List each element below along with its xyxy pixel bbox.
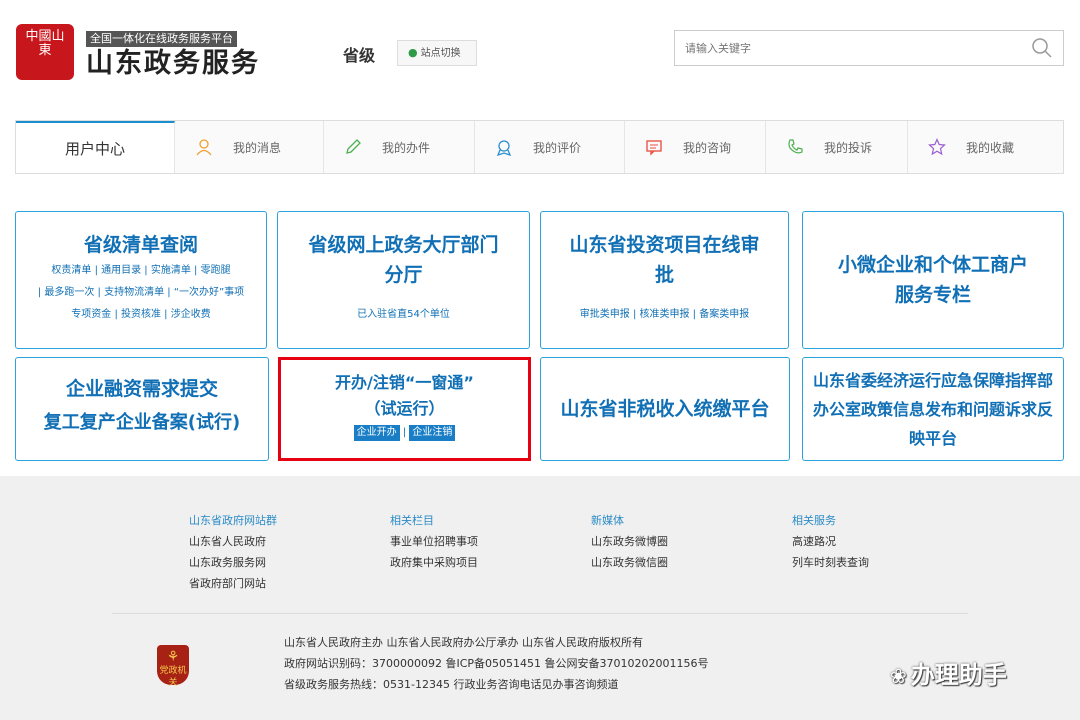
card-links[interactable]: | 最多跑一次 | 支持物流清单 | “一次办好”事项: [16, 282, 266, 304]
emblem-glyph: ⚘: [166, 649, 180, 665]
tab-label: 用户中心: [64, 139, 125, 158]
footer-column-sites: 山东省政府网站群 山东省人民政府 山东政务服务网 省政府部门网站: [189, 510, 277, 594]
footer-column-media: 新媒体 山东政务微博圈 山东政务微信圈: [591, 510, 668, 573]
footer-link[interactable]: 列车时刻表查询: [792, 552, 869, 573]
footer-column-heading: 相关栏目: [390, 514, 434, 527]
footer-column-heading: 相关服务: [792, 514, 836, 527]
card-non-tax-payment[interactable]: 山东省非税收入统缴平台: [540, 357, 790, 461]
copyright-line: 政府网站识别码：3700000092 鲁ICP备05051451 鲁公网安备37…: [284, 657, 709, 670]
tab-user-center[interactable]: 用户中心: [16, 121, 175, 173]
search-box: [674, 30, 1064, 66]
site-logo[interactable]: 中國山東: [16, 24, 74, 80]
site-level: 省级: [343, 46, 376, 65]
watermark: ❀ 办理助手: [890, 655, 1007, 690]
tab-my-messages[interactable]: 我的消息: [175, 121, 324, 173]
card-subtitle: 已入驻省直54个单位: [357, 309, 450, 320]
site-title[interactable]: 山东政务服务: [86, 48, 260, 80]
card-emergency-platform[interactable]: 山东省委经济运行应急保障指挥部 办公室政策信息发布和问题诉求反 映平台: [802, 357, 1064, 461]
search-input[interactable]: [675, 31, 1005, 65]
footer-link[interactable]: 政府集中采购项目: [390, 552, 478, 573]
copyright-line: 省级政务服务热线：0531-12345 行政业务咨询电话见办事咨询频道: [284, 678, 619, 691]
card-financing[interactable]: 企业融资需求提交 复工复产企业备案(试行): [15, 357, 269, 461]
footer-column-services: 相关服务 高速路况 列车时刻表查询: [792, 510, 869, 573]
footer-divider: [112, 613, 968, 614]
chat-icon: [625, 138, 683, 156]
card-title: 山东省投资项目在线审: [569, 234, 760, 256]
phone-icon: [766, 138, 824, 156]
copyright-line: 山东省人民政府主办 山东省人民政府办公厅承办 山东省人民政府版权所有: [284, 636, 643, 649]
card-subtitle[interactable]: 审批类申报 | 核准类申报 | 备案类申报: [541, 304, 788, 326]
card-online-hall[interactable]: 省级网上政务大厅部门 分厅 已入驻省直54个单位: [277, 211, 530, 349]
tab-label: 我的咨询: [683, 140, 732, 155]
footer-link[interactable]: 山东政务微信圈: [591, 552, 668, 573]
logo-text: 中國山東: [25, 29, 65, 58]
watermark-text: 办理助手: [910, 661, 1007, 689]
footer-column-related: 相关栏目 事业单位招聘事项 政府集中采购项目: [390, 510, 478, 573]
tab-label: 我的收藏: [966, 140, 1015, 155]
footer-link[interactable]: 山东省人民政府: [189, 531, 277, 552]
footer-link[interactable]: 山东政务微博圈: [591, 531, 668, 552]
tab-my-consults[interactable]: 我的咨询: [625, 121, 766, 173]
gov-emblem-icon[interactable]: ⚘ 党政机关: [157, 645, 189, 688]
card-links[interactable]: 专项资金 | 投资核准 | 涉企收费: [16, 304, 266, 326]
footer-link[interactable]: 山东政务服务网: [189, 552, 277, 573]
card-investment-approval[interactable]: 山东省投资项目在线审 批 审批类申报 | 核准类申报 | 备案类申报: [540, 211, 789, 349]
footer-column-heading: 新媒体: [591, 514, 624, 527]
tab-my-cases[interactable]: 我的办件: [324, 121, 475, 173]
card-title: 办公室政策信息发布和问题诉求反: [812, 400, 1053, 419]
header: 中國山東 全国一体化在线政务服务平台 山东政务服务 省级 ● 站点切换: [0, 0, 1080, 100]
footer-link[interactable]: 省政府部门网站: [189, 573, 277, 594]
tab-label: 我的办件: [382, 140, 431, 155]
tab-label: 我的投诉: [824, 140, 873, 155]
pencil-icon: [324, 138, 382, 156]
user-icon: [175, 138, 233, 156]
user-tabs: 用户中心 我的消息 我的办件 我的评价 我的咨询 我的投诉 我的收藏: [15, 120, 1064, 174]
card-title: 复工复产企业备案(试行): [43, 412, 241, 433]
footer-column-heading: 山东省政府网站群: [189, 514, 277, 527]
star-icon: [908, 138, 966, 156]
card-title: 省级清单查阅: [83, 234, 198, 256]
footer-link[interactable]: 事业单位招聘事项: [390, 531, 478, 552]
card-title: 分厅: [384, 264, 423, 286]
card-title: 小微企业和个体工商户: [837, 254, 1028, 276]
platform-slogan: 全国一体化在线政务服务平台: [86, 31, 237, 47]
search-icon[interactable]: [1031, 37, 1053, 63]
copyright-info: 山东省人民政府主办 山东省人民政府办公厅承办 山东省人民政府版权所有 政府网站识…: [284, 632, 709, 695]
card-title: 企业融资需求提交: [65, 378, 218, 400]
wechat-icon: ❀: [890, 664, 907, 688]
tab-my-favorites[interactable]: 我的收藏: [908, 121, 1063, 173]
card-small-business[interactable]: 小微企业和个体工商户 服务专栏: [802, 211, 1064, 349]
footer-link[interactable]: 高速路况: [792, 531, 869, 552]
card-links[interactable]: 权责清单 | 通用目录 | 实施清单 | 零跑腿: [16, 260, 266, 282]
card-title: 省级网上政务大厅部门: [308, 234, 499, 256]
card-title: 山东省委经济运行应急保障指挥部: [812, 371, 1053, 390]
site-switch-label: 站点切换: [420, 48, 461, 59]
tab-label: 我的消息: [233, 140, 282, 155]
tab-my-complaints[interactable]: 我的投诉: [766, 121, 908, 173]
card-title: 映平台: [908, 429, 957, 448]
location-pin-icon: ●: [408, 46, 418, 59]
tab-label: 我的评价: [533, 140, 582, 155]
card-title: 批: [654, 264, 674, 286]
card-title: 服务专栏: [894, 284, 971, 306]
badge-icon: [475, 138, 533, 156]
site-switch-button[interactable]: ● 站点切换: [397, 40, 477, 66]
highlight-box: [278, 357, 531, 461]
tab-my-reviews[interactable]: 我的评价: [475, 121, 625, 173]
card-title: 山东省非税收入统缴平台: [560, 398, 770, 420]
card-provincial-list[interactable]: 省级清单查阅 权责清单 | 通用目录 | 实施清单 | 零跑腿 | 最多跑一次 …: [15, 211, 267, 349]
